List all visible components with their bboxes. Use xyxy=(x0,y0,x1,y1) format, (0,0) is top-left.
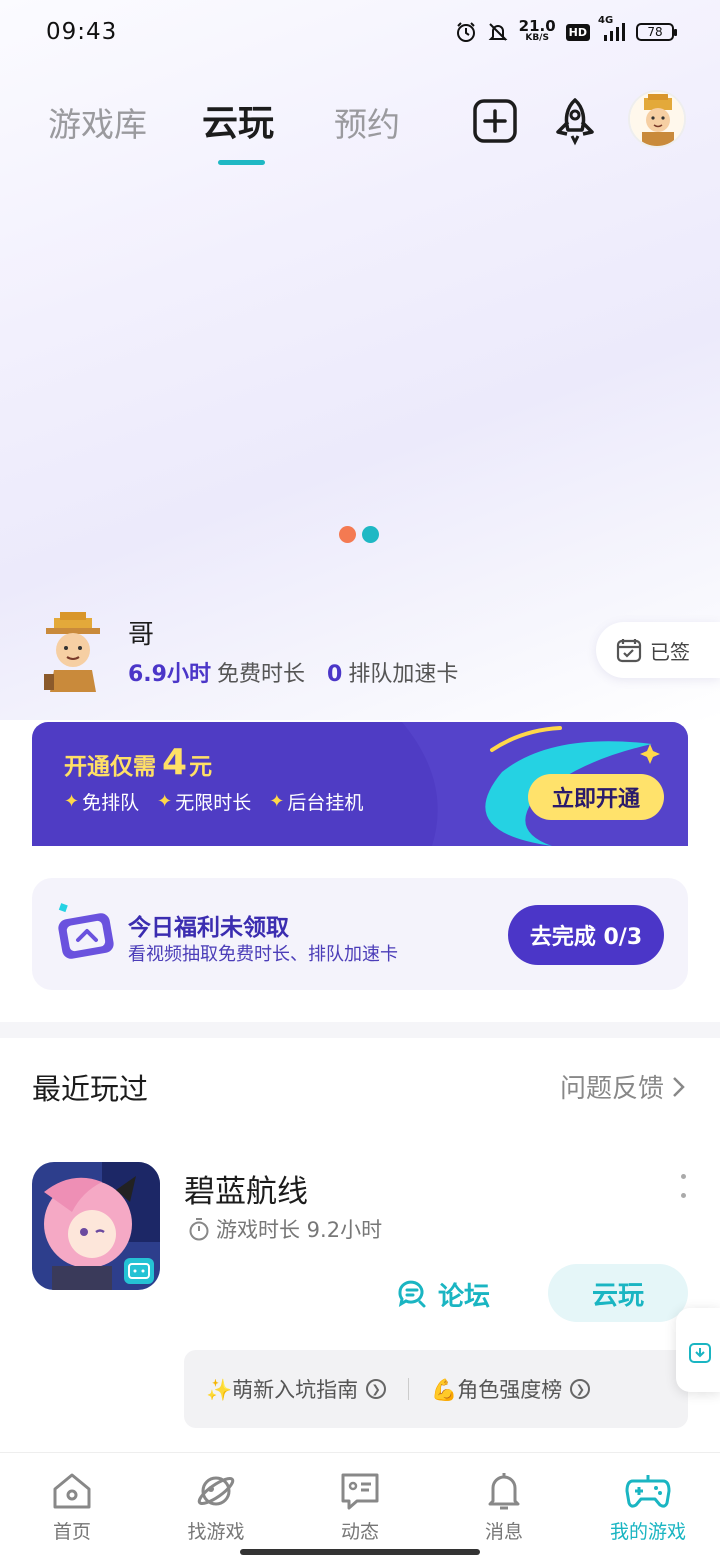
sparkle-icon: ✦ xyxy=(157,791,173,812)
sparkle-icon: ✦ xyxy=(269,791,285,812)
add-button[interactable] xyxy=(470,96,520,146)
arrow-circle-icon: ❯ xyxy=(570,1379,591,1399)
battery-indicator: 78 xyxy=(636,23,677,41)
more-options-button[interactable] xyxy=(678,1174,688,1198)
section-divider xyxy=(0,1022,720,1038)
free-hours-value: 6.9小时 xyxy=(128,662,211,687)
feedback-link[interactable]: 问题反馈 xyxy=(560,1068,688,1105)
game-name: 碧蓝航线 xyxy=(184,1174,308,1210)
game-tags-bar: ✨萌新入坑指南 ❯ 💪角色强度榜 ❯ xyxy=(184,1350,688,1428)
recent-header: 最近玩过 问题反馈 xyxy=(32,1064,688,1110)
perk-item: ✦ 后台挂机 xyxy=(269,791,364,814)
recent-title: 最近玩过 xyxy=(32,1072,149,1106)
bottom-nav-feed[interactable]: 动态 xyxy=(288,1453,432,1560)
user-summary: 哥 6.9小时 免费时长 0 排队加速卡 已签 xyxy=(36,612,720,692)
bottom-navigation: 首页 找游戏 动态 消息 我的游戏 xyxy=(0,1452,720,1560)
vip-banner[interactable]: 开通仅需 4 元 ✦ 免排队 ✦ 无限时长 ✦ 后台挂机 立即开通 xyxy=(32,722,688,846)
recent-game-card: 碧蓝航线 游戏时长 9.2小时 论坛 云玩 ✨萌新入坑指南 ❯ 💪角色强度榜 ❯ xyxy=(32,1160,720,1440)
planet-icon xyxy=(197,1476,235,1506)
floating-download-button[interactable] xyxy=(676,1308,720,1392)
rocket-icon xyxy=(556,98,594,146)
perk-item: ✦ 无限时长 xyxy=(157,791,252,814)
sign-in-button[interactable]: 已签 xyxy=(596,622,720,678)
hd-badge: HD xyxy=(565,23,590,41)
tag-character-ranking[interactable]: 💪角色强度榜 ❯ xyxy=(431,1374,591,1404)
bottom-nav-home[interactable]: 首页 xyxy=(0,1453,144,1560)
avatar-image xyxy=(630,92,684,146)
game-icon[interactable] xyxy=(32,1162,160,1290)
welfare-subtitle: 看视频抽取免费时长、排队加速卡 xyxy=(128,944,398,965)
welfare-title: 今日福利未领取 xyxy=(128,915,289,941)
queue-cards-value: 0 xyxy=(327,662,343,687)
download-icon xyxy=(689,1343,711,1363)
bottom-nav-messages[interactable]: 消息 xyxy=(432,1453,576,1560)
chat-icon xyxy=(341,1473,379,1510)
stopwatch-icon xyxy=(189,1218,209,1241)
daily-welfare-card[interactable]: 今日福利未领取 看视频抽取免费时长、排队加速卡 去完成 0/3 xyxy=(32,878,688,990)
tab-game-library[interactable]: 游戏库 xyxy=(48,98,147,146)
user-name: 哥 xyxy=(128,620,155,650)
accelerate-button[interactable] xyxy=(550,96,600,146)
vip-price: 4 xyxy=(162,742,188,783)
signed-label: 已签 xyxy=(650,639,690,664)
calendar-check-icon xyxy=(616,639,642,663)
bell-icon xyxy=(488,1473,520,1510)
carousel-indicator xyxy=(339,526,379,543)
gamepad-icon xyxy=(625,1475,671,1508)
vip-title: 开通仅需 4 元 xyxy=(64,742,213,783)
top-nav: 游戏库 云玩 预约 xyxy=(0,88,720,168)
forum-chat-icon xyxy=(398,1280,426,1308)
video-reward-icon xyxy=(58,903,114,959)
user-avatar[interactable] xyxy=(36,612,110,692)
user-stats: 6.9小时 免费时长 0 排队加速卡 xyxy=(128,656,458,688)
arrow-circle-icon: ❯ xyxy=(366,1379,387,1399)
complete-task-button[interactable]: 去完成 0/3 xyxy=(508,905,664,965)
perk-item: ✦ 免排队 xyxy=(64,791,140,814)
home-indicator xyxy=(240,1549,480,1555)
tab-reservation[interactable]: 预约 xyxy=(334,98,400,146)
bottom-nav-my-games[interactable]: 我的游戏 xyxy=(576,1453,720,1560)
game-artwork xyxy=(32,1162,160,1290)
tab-cloud-play[interactable]: 云玩 xyxy=(202,94,274,146)
profile-avatar[interactable] xyxy=(628,90,686,148)
signal-icon: 4G xyxy=(598,15,626,43)
tag-separator xyxy=(408,1378,410,1400)
chevron-right-icon xyxy=(673,1076,685,1097)
bottom-nav-find-games[interactable]: 找游戏 xyxy=(144,1453,288,1560)
open-vip-button[interactable]: 立即开通 xyxy=(528,774,664,820)
home-icon xyxy=(53,1473,91,1509)
carousel-dot-active[interactable] xyxy=(339,526,356,543)
status-bar: 09:43 21.0 KB/S HD 4G 78 xyxy=(0,0,720,64)
active-tab-indicator xyxy=(218,160,265,165)
vip-perks: ✦ 免排队 ✦ 无限时长 ✦ 后台挂机 xyxy=(64,788,363,815)
free-hours-label: 免费时长 xyxy=(216,662,305,687)
game-playtime: 游戏时长 9.2小时 xyxy=(188,1214,382,1244)
plus-square-icon xyxy=(473,99,517,143)
net-speed: 21.0 KB/S xyxy=(518,17,556,44)
sparkle-icon: ✦ xyxy=(64,791,80,812)
mute-bell-icon xyxy=(487,21,509,43)
queue-cards-label: 排队加速卡 xyxy=(348,662,459,687)
carousel-dot[interactable] xyxy=(362,526,379,543)
forum-button[interactable]: 论坛 xyxy=(396,1268,490,1320)
status-time: 09:43 xyxy=(46,19,118,45)
status-icons: 21.0 KB/S HD 4G 78 xyxy=(455,15,677,44)
alarm-icon xyxy=(455,21,477,43)
cloud-play-button[interactable]: 云玩 xyxy=(548,1264,688,1322)
tag-newbie-guide[interactable]: ✨萌新入坑指南 ❯ xyxy=(206,1374,387,1404)
